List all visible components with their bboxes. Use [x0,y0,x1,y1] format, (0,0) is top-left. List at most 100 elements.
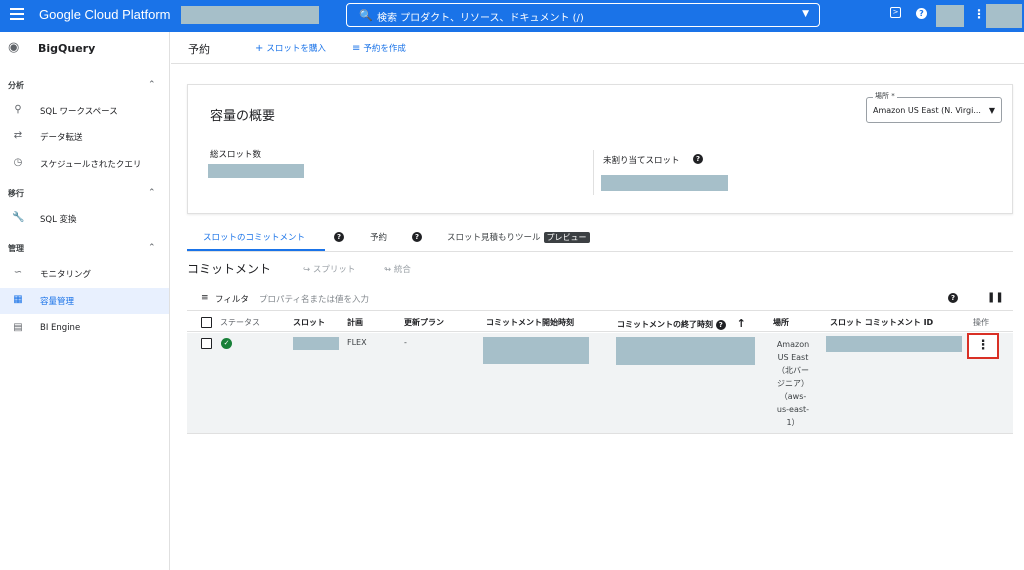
tab-bar: スロットのコミットメント ? 予約 ? スロット見積もりツール プレビュー [187,224,1013,252]
playlist-add-icon: ≡ [352,43,361,54]
filter-icon: ≡ [201,293,209,303]
end-time-value [616,337,755,365]
filter-label: フィルタ [215,295,249,305]
search-icon: ⚲ [14,104,22,115]
overview-title: 容量の概要 [210,109,276,124]
unassigned-slots-value [601,175,728,191]
arrow-up-icon[interactable]: ↑ [737,317,746,330]
location-select[interactable]: 場所 * Amazon US East (N. Virgi... ▼ [866,91,1002,123]
section-admin: 管理 [8,244,24,253]
col-slots[interactable]: スロット [293,317,325,328]
total-slots-label: 総スロット数 [210,150,262,160]
buy-slots-button[interactable]: + スロットを購入 [255,42,326,54]
location-value: Amazon US East (N. Virgi... [873,106,981,115]
start-time-value [483,337,589,364]
grid-icon: ▦ [13,294,23,305]
bigquery-logo-icon: ◉ [8,40,20,55]
tab-reservations[interactable]: 予約 [370,231,387,243]
divider [593,150,594,195]
sidebar-item-data-transfer[interactable]: ⇄ データ転送 [0,124,169,150]
terminal-icon[interactable]: > [890,7,901,18]
split-button[interactable]: ↪ スプリット [303,263,355,275]
clock-icon: ◷ [13,157,23,168]
section-analysis: 分析 [8,81,24,90]
chevron-up-icon[interactable]: ⌃ [148,80,156,90]
top-app-bar: Google Cloud Platform 🔍 検索 プロダクト、リソース、ドキ… [0,0,1024,32]
col-actions: 操作 [973,318,989,327]
help-icon[interactable]: ? [948,293,958,303]
split-icon: ↪ [303,265,313,275]
help-icon[interactable]: ? [412,232,422,242]
section-migration: 移行 [8,189,24,198]
search-icon: 🔍 [359,9,373,22]
check-circle-icon: ✓ [221,338,232,349]
sidebar-item-bi-engine[interactable]: ▤ BI Engine [0,316,169,342]
swap-icon: ⇄ [13,130,23,141]
location-value: Amazon US East （北バー ジニア） （aws- us-east- … [776,340,810,427]
commitments-header: コミットメント ↪ スプリット ↬ 統合 [187,260,1013,280]
col-end-time[interactable]: コミットメントの終了時刻 ? ↑ [617,317,746,330]
sidebar: ◉ BigQuery 分析 ⌃ ⚲ SQL ワークスペース ⇄ データ転送 ◷ … [0,32,170,570]
select-all-checkbox[interactable] [201,317,212,328]
more-vert-icon[interactable]: ⋮ [973,7,985,21]
dashboard-icon: ▤ [13,322,23,333]
help-icon[interactable]: ? [715,319,726,330]
column-display-icon[interactable]: ❚❚ [987,292,1004,303]
col-start-time[interactable]: コミットメント開始時刻 [486,317,574,328]
page-header: 予約 + スロットを購入 ≡ 予約を作成 [171,32,1024,64]
help-icon[interactable]: ? [916,8,927,19]
plus-icon: + [255,43,264,54]
commitments-title: コミットメント [187,262,272,276]
wrench-icon: 🔧 [12,212,25,223]
tab-slot-commitments[interactable]: スロットのコミットメント [203,231,305,243]
chart-icon: ∽ [13,267,23,278]
renewal-plan-value: - [404,338,407,347]
menu-icon[interactable] [10,8,24,22]
table-row: ✓ FLEX - Amazon US East （北バー ジニア） （aws- … [187,333,1013,434]
sidebar-item-capacity-management[interactable]: ▦ 容量管理 [0,288,169,314]
tab-slot-estimator[interactable]: スロット見積もりツール プレビュー [447,231,590,243]
chevron-down-icon[interactable]: ▼ [802,9,809,19]
sidebar-item-sql-translation[interactable]: 🔧 SQL 変換 [0,206,169,232]
merge-button[interactable]: ↬ 統合 [384,263,411,275]
merge-icon: ↬ [384,265,394,275]
col-renewal-plan[interactable]: 更新プラン [404,317,444,328]
plan-value: FLEX [347,338,367,347]
total-slots-value [208,164,304,178]
product-name: BigQuery [38,42,96,55]
chevron-up-icon[interactable]: ⌃ [148,188,156,198]
page-title: 予約 [188,43,210,56]
search-input[interactable]: 検索 プロダクト、リソース、ドキュメント (/) [377,9,584,24]
sidebar-item-monitoring[interactable]: ∽ モニタリング [0,261,169,287]
capacity-overview-card: 容量の概要 場所 * Amazon US East (N. Virgi... ▼… [187,84,1013,214]
filter-bar[interactable]: ≡ フィルタ プロパティ名または値を入力 ? ❚❚ [187,287,1013,311]
col-plan[interactable]: 計画 [347,317,363,328]
commitments-table: ステータス スロット 計画 更新プラン コミットメント開始時刻 コミットメントの… [187,312,1013,435]
unassigned-slots-label: 未割り当てスロット [603,156,680,166]
location-label: 場所 * [873,91,897,101]
main-content: 予約 + スロットを購入 ≡ 予約を作成 容量の概要 場所 * Amazon US … [171,32,1024,570]
help-icon[interactable]: ? [334,232,344,242]
chevron-up-icon[interactable]: ⌃ [148,243,156,253]
active-tab-indicator [187,249,325,251]
table-header: ステータス スロット 計画 更新プラン コミットメント開始時刻 コミットメントの… [187,312,1013,332]
dropdown-arrow-icon: ▼ [988,106,995,115]
notification-placeholder[interactable] [936,5,964,27]
help-icon[interactable]: ? [693,154,703,164]
slots-value [293,337,339,350]
app-title[interactable]: Google Cloud Platform [39,7,171,22]
row-checkbox[interactable] [201,338,212,349]
search-bar[interactable]: 🔍 検索 プロダクト、リソース、ドキュメント (/) ▼ [346,3,820,27]
row-actions-menu-icon[interactable]: ⋮ [967,333,999,359]
preview-badge: プレビュー [543,232,590,243]
col-commitment-id[interactable]: スロット コミットメント ID [830,317,933,328]
filter-input[interactable]: プロパティ名または値を入力 [259,293,369,305]
col-status[interactable]: ステータス [220,317,260,328]
sidebar-item-scheduled-queries[interactable]: ◷ スケジュールされたクエリ [0,151,169,177]
col-location[interactable]: 場所 [773,317,789,328]
avatar[interactable] [986,4,1022,28]
project-selector[interactable] [181,6,319,24]
create-reservation-button[interactable]: ≡ 予約を作成 [352,42,406,54]
sidebar-item-sql-workspace[interactable]: ⚲ SQL ワークスペース [0,98,169,124]
commitment-id-value [826,336,962,352]
